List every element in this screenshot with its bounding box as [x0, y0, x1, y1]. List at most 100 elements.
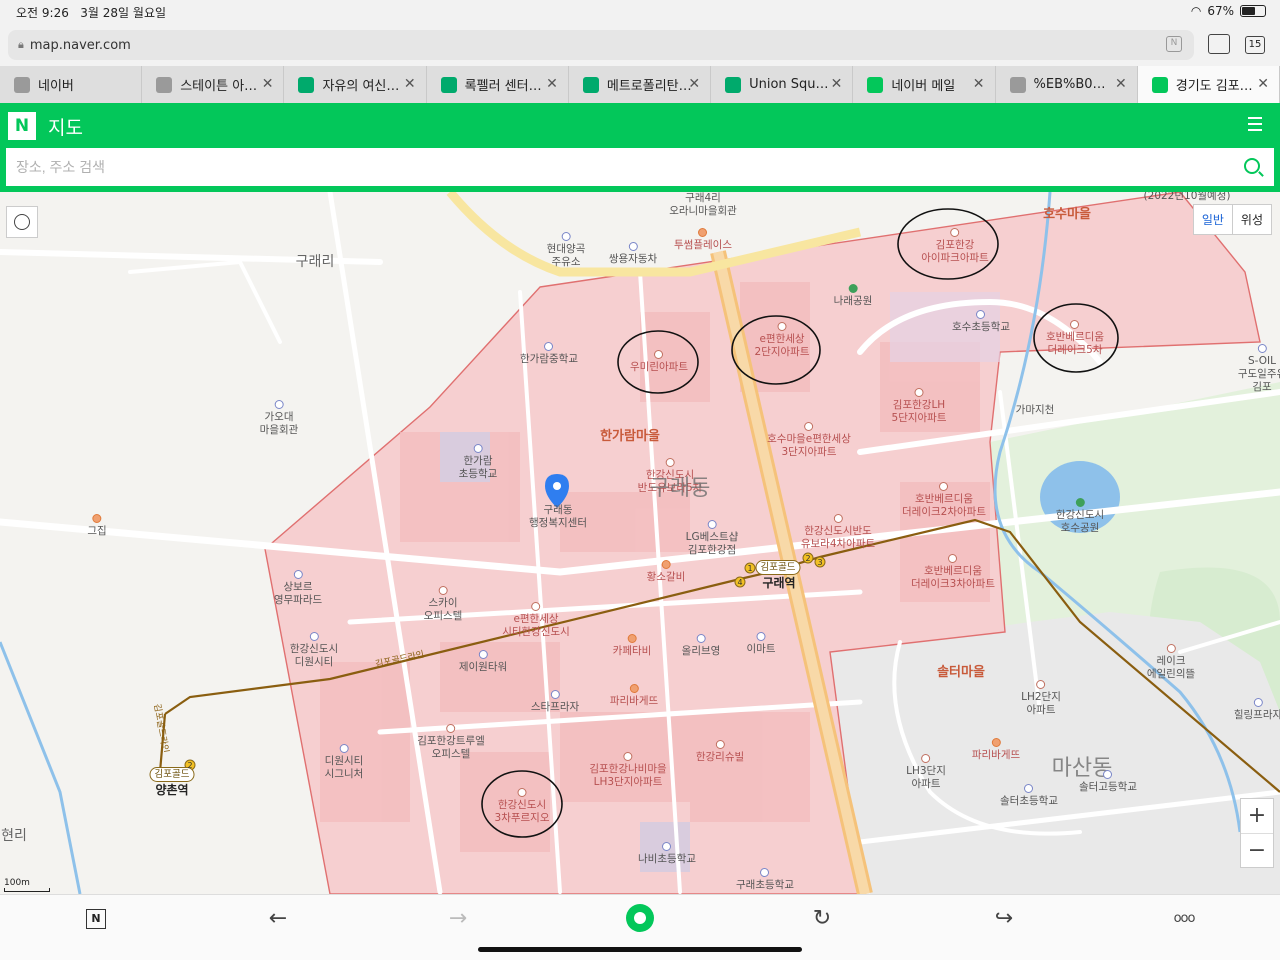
- browser-tab[interactable]: 네이버: [0, 66, 143, 103]
- zoom-out-button[interactable]: −: [1241, 833, 1273, 867]
- map-label-diwon-sig[interactable]: 디원시티 시그니처: [325, 744, 363, 781]
- naver-logo[interactable]: N: [8, 112, 36, 140]
- map-label-gamaji[interactable]: 가마지천: [1016, 404, 1055, 417]
- map-label-hyundai[interactable]: 현대양곡 주유소: [547, 232, 585, 269]
- address-field[interactable]: 🔒︎ map.naver.com N: [8, 30, 1194, 60]
- map-label-bando4[interactable]: 한강신도시반도 유보라4차아파트: [801, 514, 875, 551]
- map-label-hyeonri[interactable]: 현리: [1, 829, 27, 843]
- map-label-solter-school[interactable]: 솔터초등학교: [1000, 784, 1058, 808]
- map-type-toggle[interactable]: 일반 위성: [1192, 204, 1272, 235]
- browser-tab[interactable]: 네이버 메일 ✕: [853, 66, 996, 103]
- close-icon[interactable]: ✕: [262, 76, 274, 92]
- map-label-lake-park[interactable]: 한강신도시 호수공원: [1056, 498, 1104, 535]
- search-input[interactable]: [16, 159, 1216, 175]
- map-label-hoban2[interactable]: 호반베르디움 더레이크2차아파트: [902, 482, 986, 519]
- map-label-gujip[interactable]: 그집: [87, 514, 107, 538]
- map-label-narae[interactable]: 나래공원: [834, 284, 872, 308]
- close-icon[interactable]: ✕: [404, 76, 416, 92]
- map-label-hosu-maeul[interactable]: 호수마을: [1043, 208, 1091, 221]
- map-label-reike[interactable]: 레이크 에일린의뜰: [1147, 644, 1195, 681]
- map-label-olive[interactable]: 올리브영: [682, 634, 720, 658]
- map-label-lh2[interactable]: LH2단지 아파트: [1021, 680, 1061, 717]
- tab-count-button[interactable]: 15: [1245, 36, 1265, 54]
- map-label-tuscan[interactable]: 투썸플레이스: [674, 228, 732, 252]
- close-icon[interactable]: ✕: [831, 76, 843, 92]
- map-label-cafe[interactable]: 카페타비: [613, 634, 651, 658]
- naver-extension-icon[interactable]: N: [1166, 36, 1182, 52]
- map-label-soil[interactable]: S-OIL 구도일주유 김포: [1238, 344, 1280, 394]
- map-label-diwon[interactable]: 한강신도시 디원시티: [290, 632, 338, 669]
- map-label-hangaram-maeul[interactable]: 한가람마을: [600, 430, 660, 443]
- map-label-text: 구래동: [649, 476, 711, 501]
- search-icon[interactable]: [1244, 158, 1260, 174]
- map-label-lg[interactable]: LG베스트샵 김포한강점: [686, 520, 738, 557]
- map-label-gurae4ri[interactable]: 구래4리 오라니마을회관: [669, 192, 737, 218]
- map-label-ssangyong[interactable]: 쌍용자동차: [609, 242, 657, 266]
- close-icon[interactable]: ✕: [973, 76, 985, 92]
- map-label-hangaram-elem[interactable]: 한가람 초등학교: [459, 444, 497, 481]
- map-label-solter-high[interactable]: 솔터고등학교: [1079, 770, 1137, 794]
- map-label-nabi-school[interactable]: 나비초등학교: [638, 842, 696, 866]
- hamburger-menu-icon[interactable]: [1248, 117, 1262, 131]
- current-location-button[interactable]: [6, 206, 38, 238]
- map-label-j1[interactable]: 제이원타워: [459, 650, 507, 674]
- map-label-hilling[interactable]: 힐링프라자: [1234, 698, 1280, 722]
- map-label-hangang3[interactable]: 한강신도시 3차푸르지오: [495, 788, 549, 825]
- map-type-normal[interactable]: 일반: [1194, 205, 1233, 234]
- map-label-hosu-school[interactable]: 호수초등학교: [952, 310, 1010, 334]
- map-label-umirin[interactable]: 우미린아파트: [630, 350, 688, 374]
- map-canvas[interactable]: 구래리 구래4리 오라니마을회관현대양곡 주유소 쌍용자동차 (2022년10월예정)…: [0, 192, 1280, 894]
- map-label-text: 양촌역: [155, 783, 189, 797]
- forward-arrow-icon[interactable]: →: [438, 907, 478, 931]
- share-icon[interactable]: ↪: [984, 907, 1024, 931]
- map-label-nabi[interactable]: 김포한강나비마을 LH3단지아파트: [589, 752, 667, 789]
- close-icon[interactable]: ✕: [546, 76, 558, 92]
- map-label-hangang-tower[interactable]: 김포한강트루엘 오피스텔: [417, 724, 485, 761]
- browser-tab[interactable]: 자유의 여신… ✕: [284, 66, 427, 103]
- browser-tab[interactable]: 록펠러 센터… ✕: [427, 66, 569, 103]
- subway-line-badge[interactable]: 김포골드: [755, 560, 801, 575]
- map-label-yangchon[interactable]: 양촌역: [155, 784, 188, 797]
- map-label-sky[interactable]: 스카이 오피스텔: [424, 586, 462, 623]
- naver-home-icon[interactable]: N: [86, 909, 106, 929]
- map-label-solter[interactable]: 솔터마을: [937, 666, 985, 679]
- map-label-gaoedae[interactable]: 가오대 마을회관: [260, 400, 298, 437]
- map-label-emart[interactable]: 이마트: [747, 632, 775, 656]
- map-label-aipark[interactable]: 김포한강 아이파크아파트: [921, 228, 989, 265]
- map-label-gurae-school[interactable]: 구래초등학교: [736, 868, 794, 892]
- map-label-guraeri[interactable]: 구래리: [296, 255, 335, 269]
- map-label-paris2[interactable]: 파리바게뜨: [972, 738, 1020, 762]
- close-icon[interactable]: ✕: [1115, 76, 1127, 92]
- close-icon[interactable]: ✕: [1257, 76, 1269, 92]
- map-label-hangaram-mid[interactable]: 한가람중학교: [520, 342, 578, 366]
- map-label-gurae-center[interactable]: 구래동 행정복지센터: [529, 504, 587, 530]
- map-label-hwangso[interactable]: 황소갈비: [647, 560, 685, 584]
- map-label-epyeon2[interactable]: e편한세상 2단지아파트: [755, 322, 809, 359]
- map-label-2022[interactable]: (2022년10월예정): [1144, 192, 1231, 203]
- map-type-satellite[interactable]: 위성: [1233, 205, 1271, 234]
- map-label-lh3[interactable]: LH3단지 아파트: [906, 754, 946, 791]
- browser-tab[interactable]: 경기도 김포… ✕: [1137, 66, 1280, 103]
- browser-tab[interactable]: 메트로폴리탄… ✕: [569, 66, 712, 103]
- close-icon[interactable]: ✕: [688, 76, 700, 92]
- new-tab-icon[interactable]: [1208, 34, 1230, 54]
- zoom-in-button[interactable]: +: [1241, 799, 1273, 833]
- map-label-starplaza[interactable]: 스타프라자: [531, 690, 579, 714]
- map-label-sangbore[interactable]: 상보르 영무파라드: [274, 570, 322, 607]
- browser-tab[interactable]: Union Squ… ✕: [711, 66, 854, 103]
- more-options-icon[interactable]: ooo: [1164, 907, 1204, 931]
- map-label-swill[interactable]: 한강리슈빌: [696, 740, 744, 764]
- browser-tab[interactable]: %EB%B0… ✕: [996, 66, 1138, 103]
- map-label-paris1[interactable]: 파리바게뜨: [610, 684, 658, 708]
- map-label-gurae-station[interactable]: 구래역: [762, 577, 795, 590]
- map-label-hoban3[interactable]: 호반베르디움 더레이크3차아파트: [911, 554, 995, 591]
- map-label-lh5[interactable]: 김포한강LH 5단지아파트: [892, 388, 946, 425]
- naver-green-dot-button[interactable]: [626, 904, 654, 932]
- map-label-gurae-dong[interactable]: 구래동: [650, 478, 711, 500]
- map-label-epyeon-city[interactable]: e편한세상 시티한강신도시: [502, 602, 570, 639]
- browser-tab[interactable]: 스테이튼 아… ✕: [142, 66, 285, 103]
- map-label-hoban5[interactable]: 호반베르디움 더레이크5차: [1046, 320, 1104, 357]
- map-label-hosu-epyeon3[interactable]: 호수마을e편한세상 3단지아파트: [767, 422, 851, 459]
- back-arrow-icon[interactable]: ←: [258, 907, 298, 931]
- reload-icon[interactable]: ↻: [802, 907, 842, 931]
